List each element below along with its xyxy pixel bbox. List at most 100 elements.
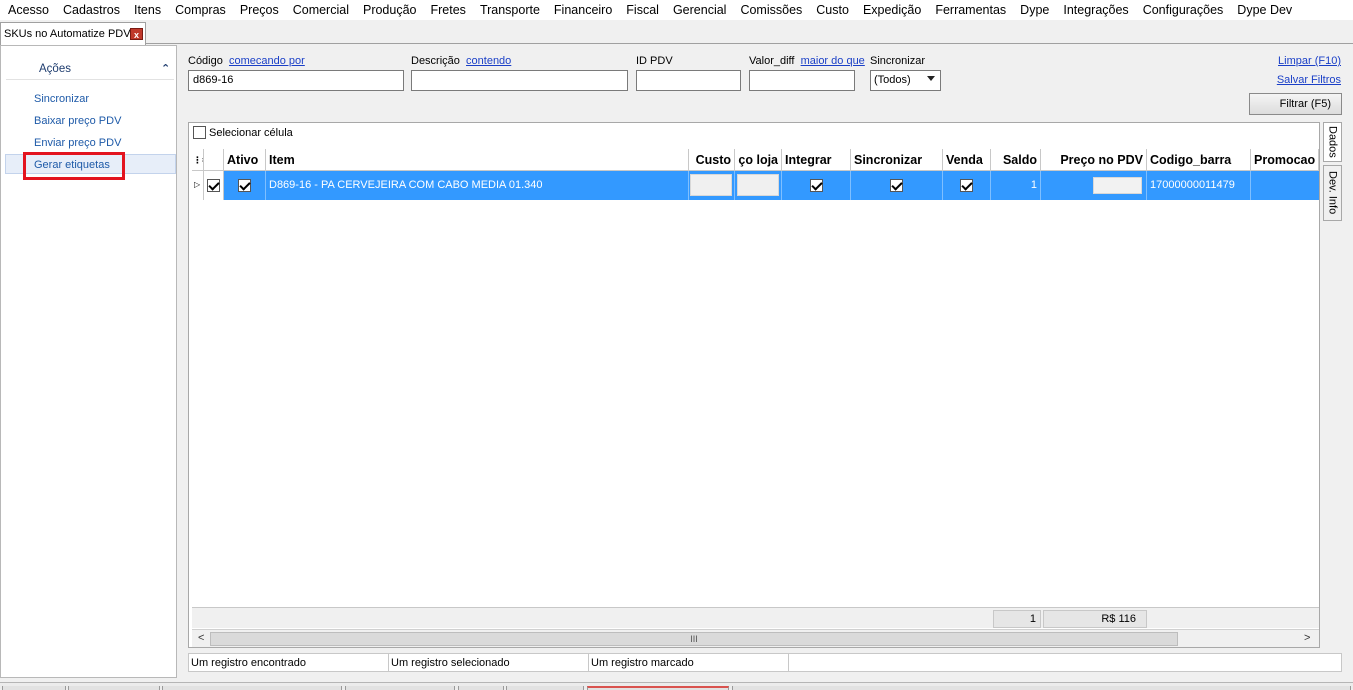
- taskbar-segment-active[interactable]: [587, 686, 729, 690]
- taskbar-segment[interactable]: [68, 686, 160, 690]
- scroll-left-icon[interactable]: <: [198, 632, 204, 644]
- header-preco-no-pdv[interactable]: Preço no PDV: [1041, 149, 1147, 171]
- taskbar-segment[interactable]: [162, 686, 342, 690]
- sincronizar-cell[interactable]: [851, 171, 943, 200]
- taskbar-segment[interactable]: [2, 686, 66, 690]
- sincronizar-filter-select[interactable]: (Todos): [870, 70, 941, 91]
- header-venda[interactable]: Venda: [943, 149, 991, 171]
- preco-pdv-cell[interactable]: [1041, 171, 1147, 200]
- codigo-filter-input[interactable]: d869-16: [188, 70, 404, 91]
- header-check-column[interactable]: [204, 149, 224, 171]
- preco-pdv-input[interactable]: [1093, 177, 1142, 194]
- saldo-cell[interactable]: 1: [991, 171, 1041, 200]
- menu-acesso[interactable]: Acesso: [1, 0, 56, 20]
- menu-fretes[interactable]: Fretes: [424, 0, 473, 20]
- menu-expedicao[interactable]: Expedição: [856, 0, 928, 20]
- sincronizar-selected-value: (Todos): [874, 74, 911, 86]
- menu-ferramentas[interactable]: Ferramentas: [928, 0, 1013, 20]
- codigo-barra-cell[interactable]: 17000000011479: [1147, 171, 1251, 200]
- menu-integracoes[interactable]: Integrações: [1056, 0, 1135, 20]
- custo-cell[interactable]: [689, 171, 735, 200]
- custo-input[interactable]: [690, 174, 732, 196]
- menu-dype-dev[interactable]: Dype Dev: [1230, 0, 1299, 20]
- actions-panel: Ações ⌃ Sincronizar Baixar preço PDV Env…: [0, 45, 177, 678]
- integrar-checkbox[interactable]: [809, 179, 823, 192]
- taskbar-segment[interactable]: [345, 686, 455, 690]
- header-codigo-barra[interactable]: Codigo_barra: [1147, 149, 1251, 171]
- select-cell-option[interactable]: Selecionar célula: [193, 126, 293, 139]
- menu-custo[interactable]: Custo: [809, 0, 856, 20]
- scroll-thumb[interactable]: III: [210, 632, 1178, 646]
- filtrar-button[interactable]: Filtrar (F5): [1249, 93, 1342, 115]
- integrar-cell[interactable]: [782, 171, 851, 200]
- header-saldo[interactable]: Saldo: [991, 149, 1041, 171]
- promocao-cell[interactable]: [1251, 171, 1319, 200]
- menu-comissoes[interactable]: Comissões: [733, 0, 809, 20]
- row-mark-cell[interactable]: [204, 171, 224, 200]
- menu-compras[interactable]: Compras: [168, 0, 233, 20]
- action-baixar-preco-pdv[interactable]: Baixar preço PDV: [34, 115, 121, 127]
- venda-cell[interactable]: [943, 171, 991, 200]
- table-row[interactable]: D869-16 - PA CERVEJEIRA COM CABO MEDIA 0…: [192, 171, 1319, 200]
- preco-loja-input[interactable]: [737, 174, 779, 196]
- header-ativo[interactable]: Ativo: [224, 149, 266, 171]
- header-preco-loja[interactable]: ço loja: [735, 149, 782, 171]
- descricao-filter-input[interactable]: [411, 70, 628, 91]
- codigo-filter-mode-link[interactable]: comecando por: [229, 55, 305, 67]
- action-sincronizar[interactable]: Sincronizar: [34, 93, 89, 105]
- highlight-annotation: [23, 152, 125, 180]
- actions-header-label: Ações: [39, 63, 71, 75]
- menu-dype[interactable]: Dype: [1013, 0, 1056, 20]
- status-bar: Um registro encontrado Um registro selec…: [188, 653, 1342, 672]
- tab-dados[interactable]: Dados: [1323, 122, 1342, 162]
- tab-dev-info[interactable]: Dev. Info: [1323, 165, 1342, 221]
- ativo-cell[interactable]: [224, 171, 266, 200]
- venda-checkbox[interactable]: [960, 179, 973, 192]
- menu-producao[interactable]: Produção: [356, 0, 424, 20]
- valordiff-filter-input[interactable]: [749, 70, 855, 91]
- limpar-link[interactable]: Limpar (F10): [1278, 55, 1341, 67]
- taskbar-segment[interactable]: [732, 686, 1351, 690]
- menu-transporte[interactable]: Transporte: [473, 0, 547, 20]
- valordiff-filter-label: Valor_diff maior do que: [749, 55, 865, 67]
- taskbar-segment[interactable]: [458, 686, 504, 690]
- data-grid: Selecionar célula ⋮≡ Ativo Item Custo ço…: [188, 122, 1320, 648]
- action-enviar-preco-pdv[interactable]: Enviar preço PDV: [34, 137, 121, 149]
- idpdv-filter-input[interactable]: [636, 70, 741, 91]
- tab-skus-automatize-pdv[interactable]: SKUs no Automatize PDV x: [0, 22, 146, 45]
- menu-itens[interactable]: Itens: [127, 0, 168, 20]
- chevron-down-icon: [927, 76, 935, 81]
- scroll-right-icon[interactable]: >: [1304, 632, 1310, 644]
- tab-title: SKUs no Automatize PDV: [4, 28, 131, 40]
- header-item[interactable]: Item: [266, 149, 689, 171]
- descricao-filter-mode-link[interactable]: contendo: [466, 55, 511, 67]
- row-mark-checkbox[interactable]: [207, 179, 220, 192]
- header-promocao[interactable]: Promocao: [1251, 149, 1319, 171]
- menu-fiscal[interactable]: Fiscal: [619, 0, 666, 20]
- status-found: Um registro encontrado: [189, 654, 389, 671]
- preco-loja-cell[interactable]: [735, 171, 782, 200]
- salvar-filtros-link[interactable]: Salvar Filtros: [1277, 74, 1341, 86]
- header-integrar[interactable]: Integrar: [782, 149, 851, 171]
- header-custo[interactable]: Custo: [689, 149, 735, 171]
- ativo-checkbox[interactable]: [238, 179, 251, 192]
- codigo-filter-label: Código comecando por: [188, 55, 305, 67]
- menu-financeiro[interactable]: Financeiro: [547, 0, 619, 20]
- column-chooser-icon[interactable]: ⋮≡: [192, 149, 204, 171]
- bottom-taskbar: [0, 682, 1353, 690]
- close-icon[interactable]: x: [130, 28, 143, 40]
- valordiff-filter-mode-link[interactable]: maior do que: [801, 55, 865, 67]
- menu-precos[interactable]: Preços: [233, 0, 286, 20]
- sincronizar-checkbox[interactable]: [890, 179, 903, 192]
- select-cell-checkbox[interactable]: [193, 126, 206, 139]
- header-sincronizar[interactable]: Sincronizar: [851, 149, 943, 171]
- menu-comercial[interactable]: Comercial: [286, 0, 356, 20]
- horizontal-scrollbar[interactable]: < III >: [192, 629, 1319, 647]
- taskbar-segment[interactable]: [506, 686, 584, 690]
- menu-configuracoes[interactable]: Configurações: [1136, 0, 1231, 20]
- menu-cadastros[interactable]: Cadastros: [56, 0, 127, 20]
- chevron-up-icon[interactable]: ⌃: [161, 62, 170, 75]
- menu-gerencial[interactable]: Gerencial: [666, 0, 734, 20]
- actions-header[interactable]: Ações ⌃: [6, 56, 174, 80]
- item-cell[interactable]: D869-16 - PA CERVEJEIRA COM CABO MEDIA 0…: [266, 171, 689, 200]
